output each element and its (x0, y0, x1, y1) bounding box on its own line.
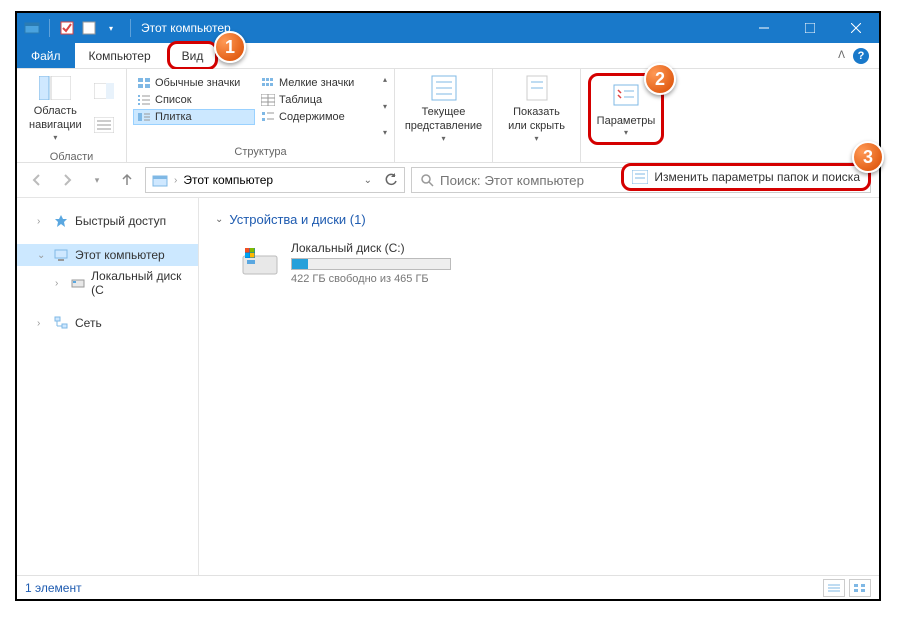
breadcrumb-sep-icon: › (174, 175, 177, 186)
content-area: ⌄ Устройства и диски (1) Локальный диск … (199, 198, 879, 575)
forward-button[interactable] (55, 168, 79, 192)
drive-item[interactable]: Локальный диск (C:) 422 ГБ свободно из 4… (215, 237, 863, 289)
table-icon (261, 94, 275, 106)
current-view-button[interactable]: Текущее представление ▾ (397, 73, 490, 145)
chevron-down-icon: ⌄ (215, 214, 223, 225)
chevron-right-icon: › (37, 318, 47, 329)
preview-pane-button[interactable] (90, 73, 118, 145)
qat-dropdown-icon[interactable]: ▾ (102, 19, 120, 37)
chevron-down-icon: ▾ (534, 134, 538, 144)
tab-file[interactable]: Файл (17, 43, 75, 68)
preview-pane-icon (88, 75, 120, 106)
address-bar[interactable]: › Этот компьютер ⌄ (145, 167, 405, 193)
regular-icons-icon (137, 77, 151, 89)
titlebar: ▾ Этот компьютер (17, 13, 879, 43)
layout-content[interactable]: Содержимое (257, 109, 379, 125)
panes-group-label: Области (17, 149, 126, 167)
current-view-icon (428, 74, 460, 102)
ribbon-collapse-icon[interactable]: ᐱ (838, 50, 845, 61)
layout-scroll-up-icon[interactable]: ▴ (383, 75, 387, 84)
drive-free-text: 422 ГБ свободно из 465 ГБ (291, 273, 451, 285)
maximize-button[interactable] (787, 13, 833, 43)
layout-scroll-down-icon[interactable]: ▾ (383, 102, 387, 111)
sidebar-item-quick-access[interactable]: › Быстрый доступ (17, 210, 198, 232)
options-icon (610, 79, 642, 111)
app-icon (23, 19, 41, 37)
details-pane-icon (88, 109, 120, 140)
section-devices-drives[interactable]: ⌄ Устройства и диски (1) (215, 208, 863, 237)
star-icon (53, 213, 69, 229)
qat-new-folder-icon[interactable] (80, 19, 98, 37)
layout-group-label: Структура (127, 144, 394, 162)
chevron-right-icon: › (37, 216, 47, 227)
status-count: 1 элемент (25, 581, 82, 595)
layout-small-icons[interactable]: Мелкие значки (257, 75, 379, 91)
options-dropdown-item[interactable]: Изменить параметры папок и поиска (621, 163, 871, 191)
up-button[interactable] (115, 168, 139, 192)
layout-list[interactable]: Список (133, 92, 255, 108)
help-icon[interactable]: ? (853, 48, 869, 64)
layout-regular-icons[interactable]: Обычные значки (133, 75, 255, 91)
location-icon (152, 173, 168, 187)
refresh-icon[interactable] (384, 173, 398, 187)
back-button[interactable] (25, 168, 49, 192)
chevron-right-icon: › (55, 278, 64, 289)
statusbar: 1 элемент (17, 575, 879, 599)
qat-properties-icon[interactable] (58, 19, 76, 37)
chevron-down-icon: ▾ (624, 128, 628, 138)
search-icon (420, 173, 434, 187)
ribbon-tabs: Файл Компьютер Вид ᐱ ? (17, 43, 879, 69)
address-dropdown-icon[interactable]: ⌄ (364, 175, 372, 186)
content-icon (261, 111, 275, 123)
tiles-icon (137, 111, 151, 123)
pc-icon (53, 247, 69, 263)
nav-pane-icon (39, 75, 71, 101)
list-icon (137, 94, 151, 106)
sidebar-item-network[interactable]: › Сеть (17, 312, 198, 334)
minimize-button[interactable] (741, 13, 787, 43)
options-menu-icon (632, 170, 648, 184)
layout-table[interactable]: Таблица (257, 92, 379, 108)
drive-name: Локальный диск (C:) (291, 241, 451, 255)
network-icon (53, 315, 69, 331)
callout-2: 2 (644, 63, 676, 95)
sidebar-item-local-disk[interactable]: › Локальный диск (C (17, 266, 198, 300)
chevron-down-icon: ▾ (441, 134, 445, 144)
callout-3: 3 (852, 141, 884, 173)
breadcrumb-location[interactable]: Этот компьютер (183, 173, 273, 187)
show-hide-icon (521, 74, 553, 102)
nav-pane-label: Область навигации (29, 104, 82, 133)
drive-icon (239, 242, 281, 284)
chevron-down-icon: ⌄ (37, 250, 47, 261)
callout-1: 1 (214, 31, 246, 63)
nav-pane-button[interactable]: Область навигации ▾ (21, 73, 90, 145)
ribbon: Область навигации ▾ Области (17, 69, 879, 163)
drive-usage-bar (291, 258, 451, 270)
tab-computer[interactable]: Компьютер (75, 43, 165, 68)
disk-icon (70, 275, 85, 291)
tab-view[interactable]: Вид (167, 41, 219, 70)
layout-expand-icon[interactable]: ▾ (383, 128, 387, 137)
close-button[interactable] (833, 13, 879, 43)
small-icons-icon (261, 77, 275, 89)
view-details-toggle[interactable] (823, 579, 845, 597)
recent-dropdown-icon[interactable]: ▾ (85, 168, 109, 192)
chevron-down-icon: ▾ (53, 133, 57, 143)
sidebar-item-this-pc[interactable]: ⌄ Этот компьютер (17, 244, 198, 266)
layout-tiles[interactable]: Плитка (133, 109, 255, 125)
show-hide-button[interactable]: Показать или скрыть ▾ (500, 73, 573, 145)
view-icons-toggle[interactable] (849, 579, 871, 597)
sidebar: › Быстрый доступ ⌄ Этот компьютер › Ло (17, 198, 199, 575)
